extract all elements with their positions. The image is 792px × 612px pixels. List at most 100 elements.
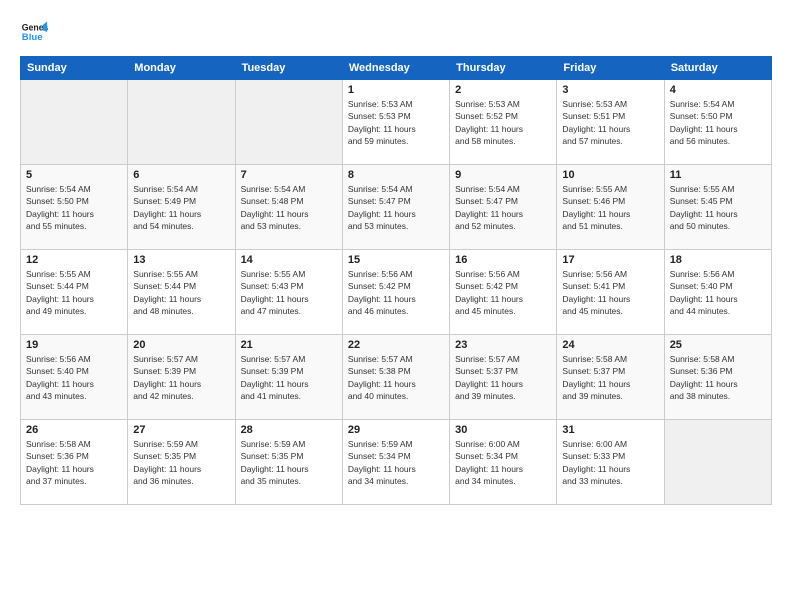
day-info: Sunrise: 5:54 AM Sunset: 5:47 PM Dayligh… [455,183,551,232]
day-info: Sunrise: 5:54 AM Sunset: 5:50 PM Dayligh… [26,183,122,232]
day-info: Sunrise: 6:00 AM Sunset: 5:34 PM Dayligh… [455,438,551,487]
day-cell: 17 Sunrise: 5:56 AM Sunset: 5:41 PM Dayli… [557,250,664,335]
day-cell: 6 Sunrise: 5:54 AM Sunset: 5:49 PM Daylig… [128,165,235,250]
day-number: 30 [455,424,551,436]
day-number: 6 [133,169,229,181]
day-info: Sunrise: 5:53 AM Sunset: 5:53 PM Dayligh… [348,98,444,147]
day-number: 3 [562,84,658,96]
day-number: 31 [562,424,658,436]
day-info: Sunrise: 5:56 AM Sunset: 5:41 PM Dayligh… [562,268,658,317]
day-cell: 20Sunrise: 5:57 AM Sunset: 5:39 PM Dayli… [128,335,235,420]
day-info: Sunrise: 5:54 AM Sunset: 5:49 PM Dayligh… [133,183,229,232]
day-number: 20 [133,339,229,351]
day-cell: 5 Sunrise: 5:54 AM Sunset: 5:50 PM Daylig… [21,165,128,250]
day-cell: 2 Sunrise: 5:53 AM Sunset: 5:52 PM Daylig… [450,80,557,165]
day-number: 27 [133,424,229,436]
day-cell: 23Sunrise: 5:57 AM Sunset: 5:37 PM Dayli… [450,335,557,420]
day-info: Sunrise: 5:59 AM Sunset: 5:35 PM Dayligh… [241,438,337,487]
weekday-tuesday: Tuesday [235,57,342,80]
day-cell: 16 Sunrise: 5:56 AM Sunset: 5:42 PM Dayli… [450,250,557,335]
day-number: 19 [26,339,122,351]
day-cell: 8 Sunrise: 5:54 AM Sunset: 5:47 PM Daylig… [342,165,449,250]
day-info: Sunrise: 5:56 AM Sunset: 5:40 PM Dayligh… [670,268,766,317]
day-number: 15 [348,254,444,266]
calendar-table: SundayMondayTuesdayWednesdayThursdayFrid… [20,56,772,505]
day-info: Sunrise: 5:53 AM Sunset: 5:51 PM Dayligh… [562,98,658,147]
day-cell: 29 Sunrise: 5:59 AM Sunset: 5:34 PM Dayli… [342,420,449,505]
day-info: Sunrise: 5:58 AM Sunset: 5:36 PM Dayligh… [26,438,122,487]
weekday-thursday: Thursday [450,57,557,80]
logo: General Blue [20,18,48,46]
day-info: Sunrise: 5:55 AM Sunset: 5:45 PM Dayligh… [670,183,766,232]
logo-icon: General Blue [20,18,48,46]
day-number: 17 [562,254,658,266]
day-cell: 31 Sunrise: 6:00 AM Sunset: 5:33 PM Dayli… [557,420,664,505]
day-cell: 24 Sunrise: 5:58 AM Sunset: 5:37 PM Dayli… [557,335,664,420]
day-number: 22 [348,339,444,351]
weekday-wednesday: Wednesday [342,57,449,80]
week-row-2: 5 Sunrise: 5:54 AM Sunset: 5:50 PM Daylig… [21,165,772,250]
day-cell [21,80,128,165]
day-info: Sunrise: 5:57 AM Sunset: 5:39 PM Dayligh… [241,353,337,402]
day-cell [664,420,771,505]
day-cell: 22 Sunrise: 5:57 AM Sunset: 5:38 PM Dayli… [342,335,449,420]
day-cell: 9 Sunrise: 5:54 AM Sunset: 5:47 PM Daylig… [450,165,557,250]
day-info: Sunrise: 5:54 AM Sunset: 5:47 PM Dayligh… [348,183,444,232]
day-number: 16 [455,254,551,266]
day-cell: 21 Sunrise: 5:57 AM Sunset: 5:39 PM Dayli… [235,335,342,420]
day-cell: 30 Sunrise: 6:00 AM Sunset: 5:34 PM Dayli… [450,420,557,505]
day-info: Sunrise: 5:56 AM Sunset: 5:40 PM Dayligh… [26,353,122,402]
day-number: 18 [670,254,766,266]
day-cell [235,80,342,165]
day-number: 5 [26,169,122,181]
day-cell: 13Sunrise: 5:55 AM Sunset: 5:44 PM Dayli… [128,250,235,335]
day-cell: 15 Sunrise: 5:56 AM Sunset: 5:42 PM Dayli… [342,250,449,335]
day-number: 24 [562,339,658,351]
day-cell: 19 Sunrise: 5:56 AM Sunset: 5:40 PM Dayli… [21,335,128,420]
calendar-body: 1 Sunrise: 5:53 AM Sunset: 5:53 PM Daylig… [21,80,772,505]
day-number: 7 [241,169,337,181]
day-number: 9 [455,169,551,181]
week-row-4: 19 Sunrise: 5:56 AM Sunset: 5:40 PM Dayli… [21,335,772,420]
day-number: 11 [670,169,766,181]
svg-text:Blue: Blue [22,32,43,43]
day-number: 10 [562,169,658,181]
weekday-sunday: Sunday [21,57,128,80]
weekday-header-row: SundayMondayTuesdayWednesdayThursdayFrid… [21,57,772,80]
day-number: 26 [26,424,122,436]
day-info: Sunrise: 5:59 AM Sunset: 5:35 PM Dayligh… [133,438,229,487]
weekday-saturday: Saturday [664,57,771,80]
day-number: 21 [241,339,337,351]
day-cell: 7 Sunrise: 5:54 AM Sunset: 5:48 PM Daylig… [235,165,342,250]
day-cell: 10 Sunrise: 5:55 AM Sunset: 5:46 PM Dayli… [557,165,664,250]
day-number: 23 [455,339,551,351]
day-info: Sunrise: 5:59 AM Sunset: 5:34 PM Dayligh… [348,438,444,487]
day-info: Sunrise: 5:58 AM Sunset: 5:37 PM Dayligh… [562,353,658,402]
day-info: Sunrise: 5:54 AM Sunset: 5:50 PM Dayligh… [670,98,766,147]
day-number: 8 [348,169,444,181]
day-info: Sunrise: 5:55 AM Sunset: 5:46 PM Dayligh… [562,183,658,232]
day-number: 28 [241,424,337,436]
day-cell: 27 Sunrise: 5:59 AM Sunset: 5:35 PM Dayli… [128,420,235,505]
day-cell: 12Sunrise: 5:55 AM Sunset: 5:44 PM Dayli… [21,250,128,335]
day-number: 12 [26,254,122,266]
week-row-5: 26 Sunrise: 5:58 AM Sunset: 5:36 PM Dayli… [21,420,772,505]
day-number: 2 [455,84,551,96]
day-info: Sunrise: 5:55 AM Sunset: 5:43 PM Dayligh… [241,268,337,317]
day-cell: 11 Sunrise: 5:55 AM Sunset: 5:45 PM Dayli… [664,165,771,250]
day-info: Sunrise: 5:56 AM Sunset: 5:42 PM Dayligh… [455,268,551,317]
day-number: 1 [348,84,444,96]
day-info: Sunrise: 6:00 AM Sunset: 5:33 PM Dayligh… [562,438,658,487]
day-cell: 3 Sunrise: 5:53 AM Sunset: 5:51 PM Daylig… [557,80,664,165]
day-info: Sunrise: 5:56 AM Sunset: 5:42 PM Dayligh… [348,268,444,317]
day-number: 4 [670,84,766,96]
day-info: Sunrise: 5:57 AM Sunset: 5:38 PM Dayligh… [348,353,444,402]
day-cell: 25Sunrise: 5:58 AM Sunset: 5:36 PM Dayli… [664,335,771,420]
day-number: 13 [133,254,229,266]
day-number: 29 [348,424,444,436]
day-info: Sunrise: 5:54 AM Sunset: 5:48 PM Dayligh… [241,183,337,232]
day-info: Sunrise: 5:53 AM Sunset: 5:52 PM Dayligh… [455,98,551,147]
day-cell: 18 Sunrise: 5:56 AM Sunset: 5:40 PM Dayli… [664,250,771,335]
day-number: 25 [670,339,766,351]
day-cell: 1 Sunrise: 5:53 AM Sunset: 5:53 PM Daylig… [342,80,449,165]
